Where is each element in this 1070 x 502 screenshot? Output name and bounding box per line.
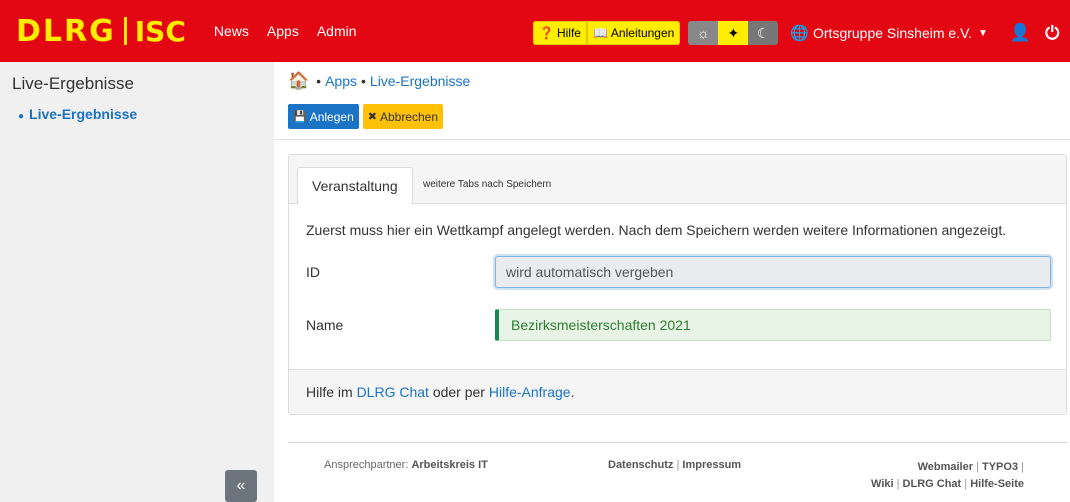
main-content: 🏠 • Apps • Live-Ergebnisse 💾 Anlegen ✖ A…	[274, 62, 1070, 502]
form-card: Veranstaltung weitere Tabs nach Speicher…	[288, 154, 1067, 415]
dark-mode-button[interactable]: ☾	[748, 21, 779, 45]
footer-pipe: |	[976, 461, 979, 473]
guides-label: Anleitungen	[610, 26, 675, 40]
action-toolbar: 💾 Anlegen ✖ Abbrechen	[288, 104, 444, 129]
footer-contact: Ansprechpartner: Arbeitskreis IT	[324, 459, 488, 471]
footer-links: Webmailer | TYPO3 | Wiki | DLRG Chat | H…	[834, 459, 1024, 493]
typo3-link[interactable]: TYPO3	[982, 461, 1018, 473]
brand-logo[interactable]: DLRG ISC	[16, 0, 186, 62]
light-mode-button[interactable]: ☼	[688, 21, 719, 45]
breadcrumb-apps[interactable]: Apps	[325, 73, 357, 89]
floppy-disk-icon: 💾	[293, 111, 307, 123]
auto-mode-button[interactable]: ✦	[718, 21, 749, 45]
nav-admin[interactable]: Admin	[317, 23, 357, 39]
footer-pipe: |	[964, 478, 968, 490]
footer-pipe: |	[1021, 461, 1024, 473]
help-request-link[interactable]: Hilfe-Anfrage	[489, 384, 571, 400]
name-field[interactable]: Bezirksmeisterschaften 2021	[495, 309, 1051, 341]
card-tabs: Veranstaltung weitere Tabs nach Speicher…	[289, 155, 1066, 205]
contact-link[interactable]: Arbeitskreis IT	[411, 459, 487, 471]
navbar-right: ❓ Hilfe 📖 Anleitungen ☼ ✦ ☾ 🌐 Ortsgruppe…	[533, 20, 1059, 46]
tab-veranstaltung[interactable]: Veranstaltung	[297, 167, 413, 205]
footer-legal: Datenschutz | Impressum	[608, 459, 741, 471]
help-suffix: .	[570, 384, 575, 400]
brand-divider	[123, 17, 127, 45]
question-circle-icon: ❓	[539, 26, 554, 40]
chevron-down-icon: ▼	[978, 27, 988, 39]
cancel-label: Abbrechen	[379, 109, 439, 124]
sidebar: Live-Ergebnisse ● Live-Ergebnisse «	[0, 62, 274, 502]
save-label: Anlegen	[309, 109, 354, 124]
close-icon: ✖	[367, 111, 377, 123]
divider	[274, 139, 1070, 140]
main-nav: News Apps Admin	[214, 23, 357, 39]
brand-isc-text: ISC	[134, 14, 186, 48]
book-icon: 📖	[592, 26, 608, 40]
footer-pipe: |	[896, 478, 900, 490]
contact-prefix: Ansprechpartner:	[324, 459, 412, 471]
cancel-button[interactable]: ✖ Abbrechen	[362, 104, 444, 129]
nav-news[interactable]: News	[214, 23, 249, 39]
help-middle: oder per	[432, 384, 485, 400]
bullet-icon: ●	[18, 111, 25, 122]
sun-icon: ☼	[696, 25, 710, 41]
help-prefix: Hilfe im	[306, 384, 353, 400]
power-icon[interactable]: ⏻	[1045, 23, 1059, 44]
tab-further-tabs-note: weitere Tabs nach Speichern	[423, 179, 552, 190]
moon-icon: ☾	[757, 24, 770, 41]
name-label: Name	[306, 317, 344, 333]
webmailer-link[interactable]: Webmailer	[918, 461, 973, 473]
help-button[interactable]: ❓ Hilfe	[533, 21, 587, 45]
home-icon[interactable]: 🏠	[288, 71, 309, 91]
sidebar-item-live-ergebnisse[interactable]: ● Live-Ergebnisse	[18, 106, 137, 122]
nav-apps[interactable]: Apps	[267, 23, 299, 39]
id-field[interactable]: wird automatisch vergeben	[495, 256, 1051, 288]
breadcrumb: 🏠 • Apps • Live-Ergebnisse	[288, 71, 470, 91]
org-label: Ortsgruppe Sinsheim e.V.	[813, 25, 973, 41]
user-icon[interactable]: 👤	[1010, 23, 1031, 43]
breadcrumb-separator: •	[316, 73, 322, 89]
form-intro-text: Zuerst muss hier ein Wettkampf angelegt …	[306, 222, 1007, 238]
sidebar-title: Live-Ergebnisse	[12, 74, 134, 93]
imprint-link[interactable]: Impressum	[682, 459, 741, 471]
help-label: Hilfe	[556, 26, 581, 40]
magic-wand-icon: ✦	[727, 24, 740, 41]
top-navbar: DLRG ISC News Apps Admin ❓ Hilfe 📖 Anlei…	[0, 0, 1070, 62]
sidebar-item-label: Live-Ergebnisse	[29, 106, 138, 122]
breadcrumb-live-ergebnisse[interactable]: Live-Ergebnisse	[370, 73, 470, 89]
dlrg-chat-link[interactable]: DLRG Chat	[357, 384, 429, 400]
save-button[interactable]: 💾 Anlegen	[288, 104, 359, 129]
card-footer-help: Hilfe im DLRG Chat oder per Hilfe-Anfrag…	[289, 369, 1066, 414]
sidebar-collapse-button[interactable]: «	[225, 470, 257, 502]
privacy-link[interactable]: Datenschutz	[608, 459, 673, 471]
id-label: ID	[306, 264, 320, 280]
footer-divider	[288, 442, 1067, 443]
globe-icon: 🌐	[790, 25, 809, 42]
footer-pipe: |	[676, 459, 680, 471]
theme-switch-group: ☼ ✦ ☾	[688, 21, 779, 45]
dlrg-chat-footer-link[interactable]: DLRG Chat	[903, 478, 962, 490]
guides-button[interactable]: 📖 Anleitungen	[586, 21, 681, 45]
help-page-link[interactable]: Hilfe-Seite	[970, 478, 1024, 490]
org-dropdown[interactable]: 🌐 Ortsgruppe Sinsheim e.V. ▼	[790, 24, 988, 42]
brand-dlrg-text: DLRG	[16, 13, 116, 49]
breadcrumb-separator: •	[361, 73, 366, 89]
help-button-group: ❓ Hilfe 📖 Anleitungen	[533, 21, 681, 45]
wiki-link[interactable]: Wiki	[871, 478, 894, 490]
